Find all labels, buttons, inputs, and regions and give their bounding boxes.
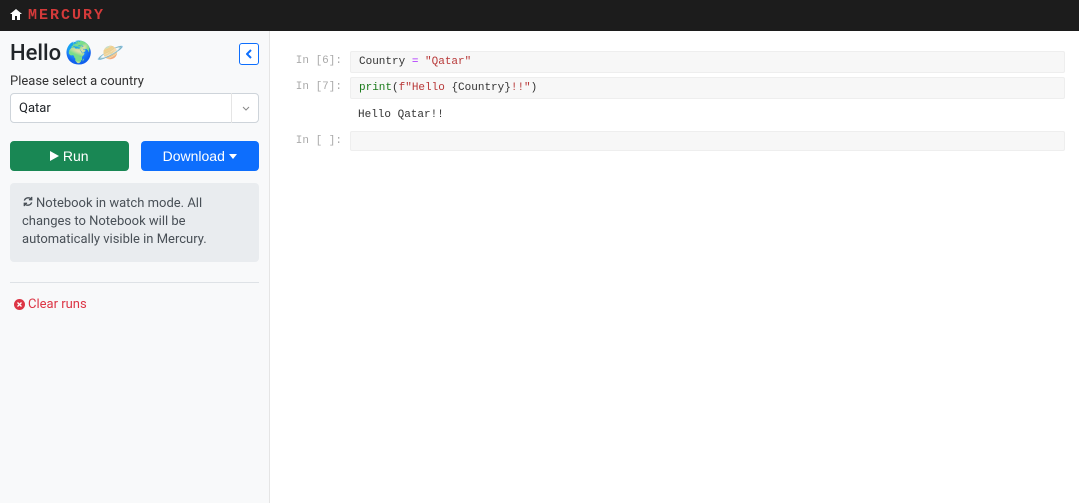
cell-prompt: In [ ]:: [270, 131, 350, 151]
button-row: Run Download: [10, 141, 259, 171]
cell-input[interactable]: print(f"Hello {Country}!!"): [350, 77, 1065, 99]
notebook-main: In [6]: Country = "Qatar" In [7]: print(…: [270, 31, 1079, 503]
cell-prompt-empty: [270, 103, 350, 127]
run-button[interactable]: Run: [10, 141, 129, 171]
code-cell: In [ ]:: [270, 131, 1065, 151]
cell-prompt: In [7]:: [270, 77, 350, 99]
sidebar: Hello 🌍 🪐 Please select a country Qatar …: [0, 31, 270, 503]
collapse-sidebar-button[interactable]: [239, 43, 259, 65]
code-cell: In [6]: Country = "Qatar": [270, 51, 1065, 73]
refresh-icon: [22, 195, 34, 213]
info-text: Notebook in watch mode. All changes to N…: [22, 196, 207, 247]
clear-runs-label: Clear runs: [28, 297, 87, 312]
download-button[interactable]: Download: [141, 141, 260, 171]
divider: [10, 282, 259, 283]
planet-icon: 🪐: [97, 41, 124, 66]
title-text: Hello: [10, 41, 61, 66]
country-select-value[interactable]: Qatar: [10, 93, 259, 123]
code-cell: In [7]: print(f"Hello {Country}!!"): [270, 77, 1065, 99]
cell-content: [350, 131, 1065, 151]
header: MERCURY: [0, 0, 1079, 31]
info-box: Notebook in watch mode. All changes to N…: [10, 183, 259, 262]
caret-down-icon: [229, 154, 237, 159]
main-container: Hello 🌍 🪐 Please select a country Qatar …: [0, 31, 1079, 503]
cell-input[interactable]: Country = "Qatar": [350, 51, 1065, 73]
earth-icon: 🌍: [65, 41, 92, 66]
cell-input[interactable]: [350, 131, 1065, 151]
page-title: Hello 🌍 🪐: [10, 41, 124, 66]
cell-output: Hello Qatar!!: [350, 103, 1065, 127]
cell-content: print(f"Hello {Country}!!"): [350, 77, 1065, 99]
country-select[interactable]: Qatar: [10, 93, 259, 123]
play-icon: [50, 151, 59, 161]
output-row: Hello Qatar!!: [270, 103, 1065, 127]
run-button-label: Run: [63, 148, 89, 164]
clear-runs-link[interactable]: Clear runs: [14, 297, 259, 312]
cell-prompt: In [6]:: [270, 51, 350, 73]
sidebar-header: Hello 🌍 🪐: [10, 41, 259, 66]
error-icon: [14, 299, 25, 310]
download-button-label: Download: [163, 148, 225, 164]
home-icon[interactable]: [10, 9, 22, 23]
country-select-label: Please select a country: [10, 74, 259, 89]
brand-logo[interactable]: MERCURY: [28, 7, 105, 24]
cell-content: Country = "Qatar": [350, 51, 1065, 73]
cell-content: Hello Qatar!!: [350, 103, 1065, 127]
